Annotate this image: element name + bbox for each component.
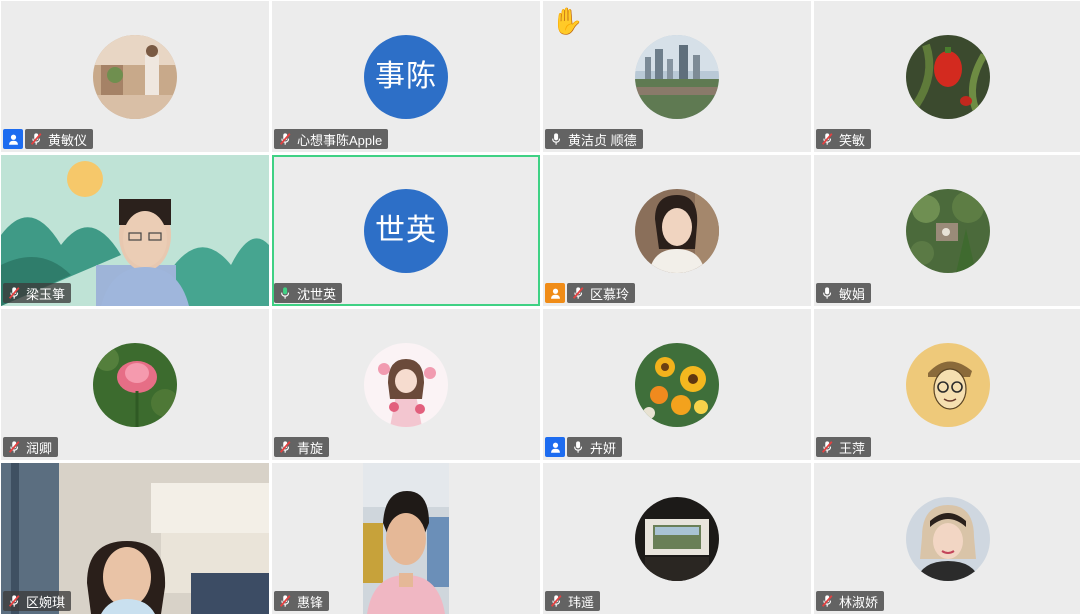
mic-muted-icon: [571, 286, 585, 300]
participant-tile[interactable]: 玮遥: [543, 463, 811, 614]
avatar: [635, 497, 719, 581]
participant-name: 惠锋: [297, 594, 324, 610]
participant-name: 敏娟: [839, 286, 866, 302]
participant-name: 笑敏: [839, 132, 866, 148]
participant-tile[interactable]: 润卿: [1, 309, 269, 460]
mic-muted-icon: [278, 440, 292, 454]
participant-video: [363, 463, 449, 614]
participant-name: 心想事陈Apple: [297, 132, 383, 148]
mic-muted-icon: [820, 594, 834, 608]
participant-tile[interactable]: 青旋: [272, 309, 540, 460]
participant-name: 润卿: [26, 440, 53, 456]
avatar: [364, 343, 448, 427]
participant-name: 区慕玲: [590, 286, 630, 302]
mic-muted-icon: [7, 440, 21, 454]
host-user-icon: [3, 129, 23, 149]
mic-muted-icon: [278, 594, 292, 608]
avatar: [906, 35, 990, 119]
participant-tile[interactable]: 林淑娇: [814, 463, 1080, 614]
user-icon: [545, 283, 565, 303]
participant-tile-active-speaker[interactable]: 世英 沈世英: [272, 155, 540, 306]
participant-tile[interactable]: 王萍: [814, 309, 1080, 460]
participant-tile[interactable]: 黄敏仪: [1, 1, 269, 152]
participant-tile[interactable]: 卉妍: [543, 309, 811, 460]
raised-hand-icon: ✋: [551, 6, 584, 36]
mic-muted-icon: [549, 594, 563, 608]
participant-name: 沈世英: [297, 286, 337, 302]
participant-tile[interactable]: 梁玉箏: [1, 155, 269, 306]
participant-tile[interactable]: 惠锋: [272, 463, 540, 614]
avatar: [635, 35, 719, 119]
mic-icon: [549, 132, 563, 146]
mic-icon: [571, 440, 585, 454]
video-gallery: 黄敏仪 事陈 心想事陈Apple ✋ 黄洁贞 顺德 笑敏 梁玉箏 世英 沈世英 …: [0, 0, 1080, 616]
participant-name: 黄敏仪: [48, 132, 88, 148]
mic-muted-icon: [820, 132, 834, 146]
participant-name: 区婉琪: [26, 594, 66, 610]
avatar: [635, 343, 719, 427]
participant-name: 梁玉箏: [26, 286, 66, 302]
participant-tile[interactable]: ✋ 黄洁贞 顺德: [543, 1, 811, 152]
participant-tile[interactable]: 事陈 心想事陈Apple: [272, 1, 540, 152]
participant-name: 卉妍: [590, 440, 617, 456]
avatar: [906, 189, 990, 273]
participant-tile[interactable]: 区婉琪: [1, 463, 269, 614]
participant-name: 青旋: [297, 440, 324, 456]
avatar: [635, 189, 719, 273]
participant-tile[interactable]: 敏娟: [814, 155, 1080, 306]
avatar: [906, 343, 990, 427]
mic-icon: [820, 286, 834, 300]
participant-name: 黄洁贞 顺德: [568, 132, 637, 148]
mic-muted-icon: [7, 286, 21, 300]
avatar: [93, 35, 177, 119]
mic-muted-icon: [278, 132, 292, 146]
mic-muted-icon: [7, 594, 21, 608]
initials-avatar: 事陈: [364, 35, 448, 119]
participant-tile[interactable]: 笑敏: [814, 1, 1080, 152]
mic-muted-icon: [29, 132, 43, 146]
initials-avatar: 世英: [364, 189, 448, 273]
participant-name: 玮遥: [568, 594, 595, 610]
participant-name: 王萍: [839, 440, 866, 456]
avatar: [906, 497, 990, 581]
participant-tile[interactable]: 区慕玲: [543, 155, 811, 306]
avatar: [93, 343, 177, 427]
participant-name: 林淑娇: [839, 594, 879, 610]
mic-muted-icon: [820, 440, 834, 454]
mic-speaking-icon: [278, 286, 292, 300]
user-icon: [545, 437, 565, 457]
